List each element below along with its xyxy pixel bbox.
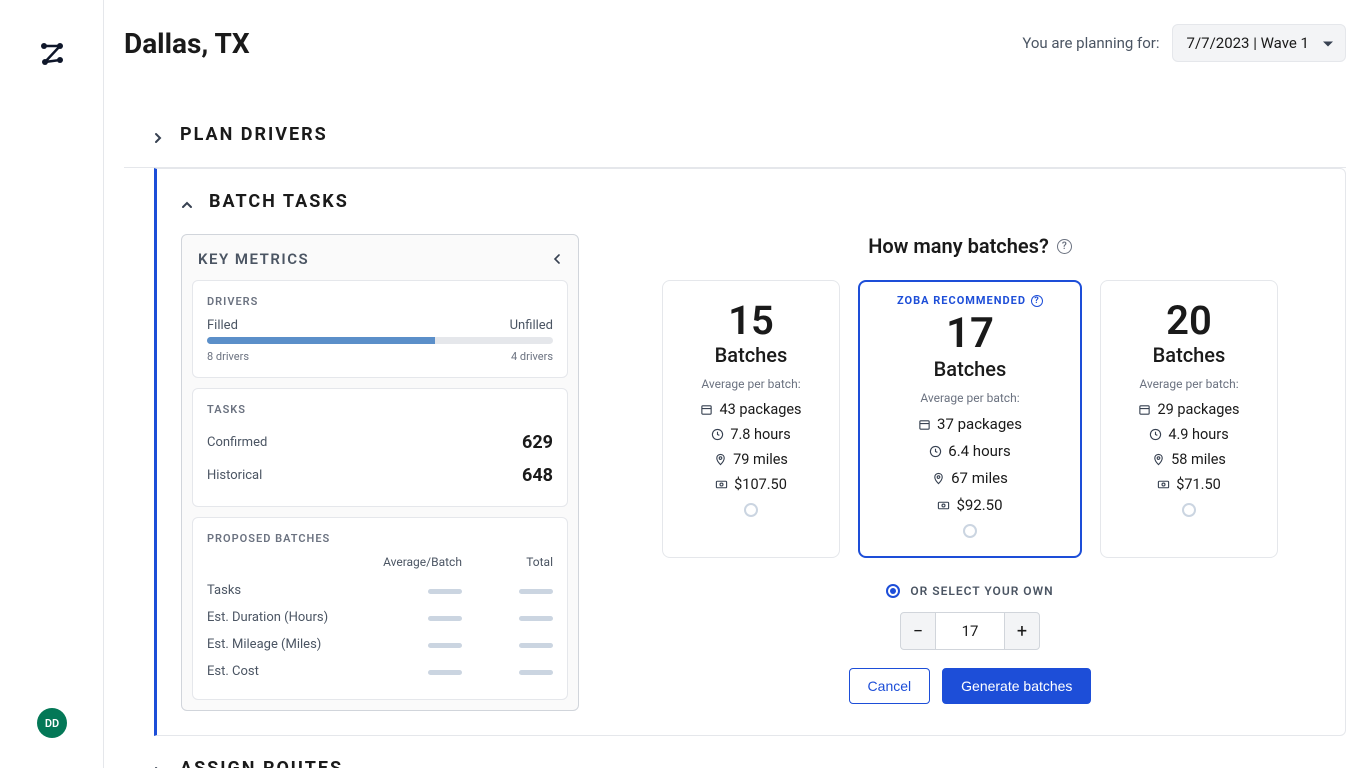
batch-stepper: − 17 + bbox=[900, 612, 1040, 650]
filled-label: Filled bbox=[207, 318, 238, 333]
page-header: Dallas, TX You are planning for: 7/7/202… bbox=[124, 24, 1346, 62]
drivers-progress-fill bbox=[207, 337, 435, 344]
section-title: BATCH TASKS bbox=[209, 191, 349, 212]
stepper-decrement[interactable]: − bbox=[900, 612, 936, 650]
section-title: PLAN DRIVERS bbox=[180, 124, 328, 145]
chevron-right-icon bbox=[152, 129, 164, 141]
pin-icon bbox=[714, 453, 727, 466]
batches-question: How many batches? ? bbox=[868, 234, 1072, 258]
key-metrics-title: KEY METRICS bbox=[198, 250, 309, 268]
batch-count: 17 bbox=[870, 313, 1070, 355]
batch-radio[interactable] bbox=[744, 503, 758, 517]
pin-icon bbox=[932, 472, 945, 485]
proposed-row: Est. Duration (Hours) bbox=[207, 604, 553, 631]
tasks-title: TASKS bbox=[207, 403, 553, 416]
own-radio-selected[interactable] bbox=[886, 584, 900, 598]
recommended-badge: ZOBA RECOMMENDED ? bbox=[870, 294, 1070, 307]
loading-placeholder bbox=[428, 616, 462, 621]
section-plan-drivers: PLAN DRIVERS bbox=[124, 102, 1346, 168]
chevron-left-icon bbox=[552, 254, 562, 264]
col-avg-batch: Average/Batch bbox=[371, 555, 462, 569]
batch-tasks-body: KEY METRICS DRIVERS Filled Unfilled bbox=[157, 234, 1345, 711]
col-total: Total bbox=[462, 555, 553, 569]
proposed-title: PROPOSED BATCHES bbox=[207, 532, 553, 545]
unfilled-count: 4 drivers bbox=[511, 350, 553, 363]
drivers-progress-bar bbox=[207, 337, 553, 344]
section-assign-routes-toggle[interactable]: ASSIGN ROUTES bbox=[124, 736, 1346, 768]
historical-value: 648 bbox=[522, 465, 553, 486]
proposed-row: Tasks bbox=[207, 577, 553, 604]
date-wave-select[interactable]: 7/7/2023 | Wave 1 bbox=[1172, 24, 1346, 62]
plan-context-label: You are planning for: bbox=[1022, 34, 1159, 52]
drivers-title: DRIVERS bbox=[207, 295, 553, 308]
batch-radio[interactable] bbox=[1182, 503, 1196, 517]
package-icon bbox=[1138, 403, 1151, 416]
batches-word: Batches bbox=[673, 343, 829, 367]
drivers-card: DRIVERS Filled Unfilled 8 drivers 4 driv… bbox=[192, 280, 568, 378]
generate-batches-button[interactable]: Generate batches bbox=[942, 668, 1091, 704]
confirmed-label: Confirmed bbox=[207, 435, 267, 450]
main-content: Dallas, TX You are planning for: 7/7/202… bbox=[104, 0, 1366, 768]
batch-cards: 15 Batches Average per batch: 43 package… bbox=[662, 280, 1278, 558]
unfilled-label: Unfilled bbox=[510, 318, 553, 333]
loading-placeholder bbox=[519, 616, 553, 621]
loading-placeholder bbox=[519, 670, 553, 675]
batch-option-17[interactable]: ZOBA RECOMMENDED ? 17 Batches Average pe… bbox=[858, 280, 1082, 558]
section-batch-tasks: BATCH TASKS KEY METRICS DRIVERS Filled U… bbox=[154, 168, 1346, 736]
clock-icon bbox=[929, 445, 942, 458]
proposed-row: Est. Mileage (Miles) bbox=[207, 631, 553, 658]
package-icon bbox=[700, 403, 713, 416]
tasks-card: TASKS Confirmed 629 Historical 648 bbox=[192, 388, 568, 507]
loading-placeholder bbox=[519, 643, 553, 648]
filled-count: 8 drivers bbox=[207, 350, 249, 363]
loading-placeholder bbox=[428, 670, 462, 675]
actions-row: Cancel Generate batches bbox=[849, 668, 1092, 704]
batch-radio[interactable] bbox=[963, 524, 977, 538]
page-title: Dallas, TX bbox=[124, 27, 250, 60]
section-assign-routes: ASSIGN ROUTES bbox=[124, 736, 1346, 768]
confirmed-value: 629 bbox=[522, 432, 553, 453]
proposed-row: Est. Cost bbox=[207, 658, 553, 685]
avg-label: Average per batch: bbox=[870, 391, 1070, 405]
help-icon[interactable]: ? bbox=[1031, 295, 1043, 307]
loading-placeholder bbox=[428, 589, 462, 594]
stepper-increment[interactable]: + bbox=[1004, 612, 1040, 650]
select-own-row[interactable]: OR SELECT YOUR OWN bbox=[886, 584, 1053, 598]
plan-context: You are planning for: 7/7/2023 | Wave 1 bbox=[1022, 24, 1346, 62]
key-metrics-collapse[interactable] bbox=[552, 249, 562, 268]
help-icon[interactable]: ? bbox=[1057, 239, 1072, 254]
package-icon bbox=[918, 418, 931, 431]
clock-icon bbox=[1149, 428, 1162, 441]
money-icon bbox=[937, 499, 950, 512]
loading-placeholder bbox=[519, 589, 553, 594]
avg-label: Average per batch: bbox=[1111, 377, 1267, 391]
money-icon bbox=[715, 478, 728, 491]
section-batch-tasks-toggle[interactable]: BATCH TASKS bbox=[157, 169, 1345, 234]
pin-icon bbox=[1152, 453, 1165, 466]
app-logo bbox=[38, 40, 66, 68]
batches-word: Batches bbox=[1111, 343, 1267, 367]
batches-panel: How many batches? ? 15 Batches Average p… bbox=[619, 234, 1321, 711]
own-label: OR SELECT YOUR OWN bbox=[910, 584, 1053, 598]
chevron-right-icon bbox=[152, 763, 164, 768]
chevron-up-icon bbox=[181, 196, 193, 208]
avg-label: Average per batch: bbox=[673, 377, 829, 391]
user-avatar[interactable]: DD bbox=[37, 708, 67, 738]
clock-icon bbox=[711, 428, 724, 441]
proposed-batches-card: PROPOSED BATCHES Average/Batch Total Tas… bbox=[192, 517, 568, 700]
batches-word: Batches bbox=[870, 357, 1070, 381]
sidebar: DD bbox=[0, 0, 104, 768]
section-plan-drivers-toggle[interactable]: PLAN DRIVERS bbox=[124, 102, 1346, 167]
cancel-button[interactable]: Cancel bbox=[849, 668, 931, 704]
stepper-value[interactable]: 17 bbox=[936, 612, 1004, 650]
batch-count: 15 bbox=[673, 301, 829, 341]
batch-option-15[interactable]: 15 Batches Average per batch: 43 package… bbox=[662, 280, 840, 558]
money-icon bbox=[1157, 478, 1170, 491]
batch-option-20[interactable]: 20 Batches Average per batch: 29 package… bbox=[1100, 280, 1278, 558]
batch-count: 20 bbox=[1111, 301, 1267, 341]
section-title: ASSIGN ROUTES bbox=[180, 758, 343, 768]
loading-placeholder bbox=[428, 643, 462, 648]
historical-label: Historical bbox=[207, 468, 262, 483]
key-metrics-panel: KEY METRICS DRIVERS Filled Unfilled bbox=[181, 234, 579, 711]
